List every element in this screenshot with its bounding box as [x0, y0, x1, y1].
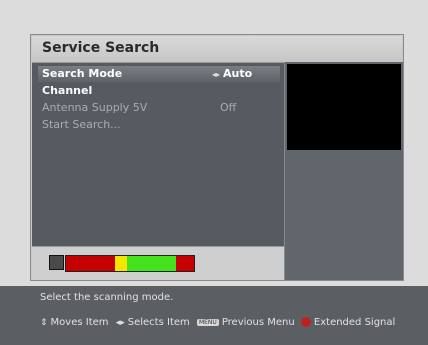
signal-segment	[66, 256, 115, 271]
key-extended-label: Extended Signal	[313, 317, 396, 328]
menu-item-start-search[interactable]: Start Search...	[38, 117, 280, 133]
signal-segment	[127, 256, 177, 271]
menu-item-value: ◂▸ Auto	[212, 67, 252, 80]
signal-strip	[32, 246, 284, 280]
key-previous-label: Previous Menu	[221, 317, 295, 328]
left-right-arrows-icon: ◂▸	[212, 70, 221, 79]
key-selects-label: Selects Item	[127, 317, 190, 328]
signal-segment	[176, 256, 194, 271]
up-down-arrows-icon: ⇕	[40, 318, 48, 328]
service-search-dialog: Service Search Search Mode ◂▸ Auto Channe…	[31, 35, 403, 280]
menu-item-search-mode[interactable]: Search Mode ◂▸ Auto	[38, 66, 280, 82]
signal-strength-bar	[65, 255, 195, 272]
dialog-title-bar: Service Search	[32, 36, 402, 63]
menu-key-icon: MENU	[196, 318, 219, 326]
menu-item-label: Search Mode	[42, 67, 123, 80]
preview-panel	[284, 62, 403, 280]
antenna-supply-value: Off	[220, 101, 237, 114]
settings-menu: Search Mode ◂▸ Auto Channel Antenna Suppl…	[38, 66, 280, 246]
menu-item-label: Antenna Supply 5V	[42, 101, 148, 114]
signal-indicator-box	[49, 255, 64, 270]
help-hint: Select the scanning mode.	[40, 292, 174, 303]
search-mode-value: Auto	[223, 67, 253, 80]
red-button-icon	[300, 317, 311, 327]
menu-item-label: Channel	[42, 84, 93, 97]
dialog-title: Service Search	[42, 40, 160, 56]
video-preview	[287, 64, 401, 150]
menu-item-antenna-supply[interactable]: Antenna Supply 5V Off	[38, 100, 280, 116]
help-footer: Select the scanning mode. ⇕ Moves Item ◂▸…	[0, 286, 428, 345]
left-right-arrows-icon: ◂▸	[115, 318, 125, 328]
signal-segment	[114, 256, 128, 271]
menu-item-label: Start Search...	[42, 118, 121, 131]
key-legend: ⇕ Moves Item ◂▸ Selects Item MENU Previous …	[40, 317, 395, 328]
menu-item-channel[interactable]: Channel	[38, 83, 280, 99]
key-moves-label: Moves Item	[50, 317, 109, 328]
